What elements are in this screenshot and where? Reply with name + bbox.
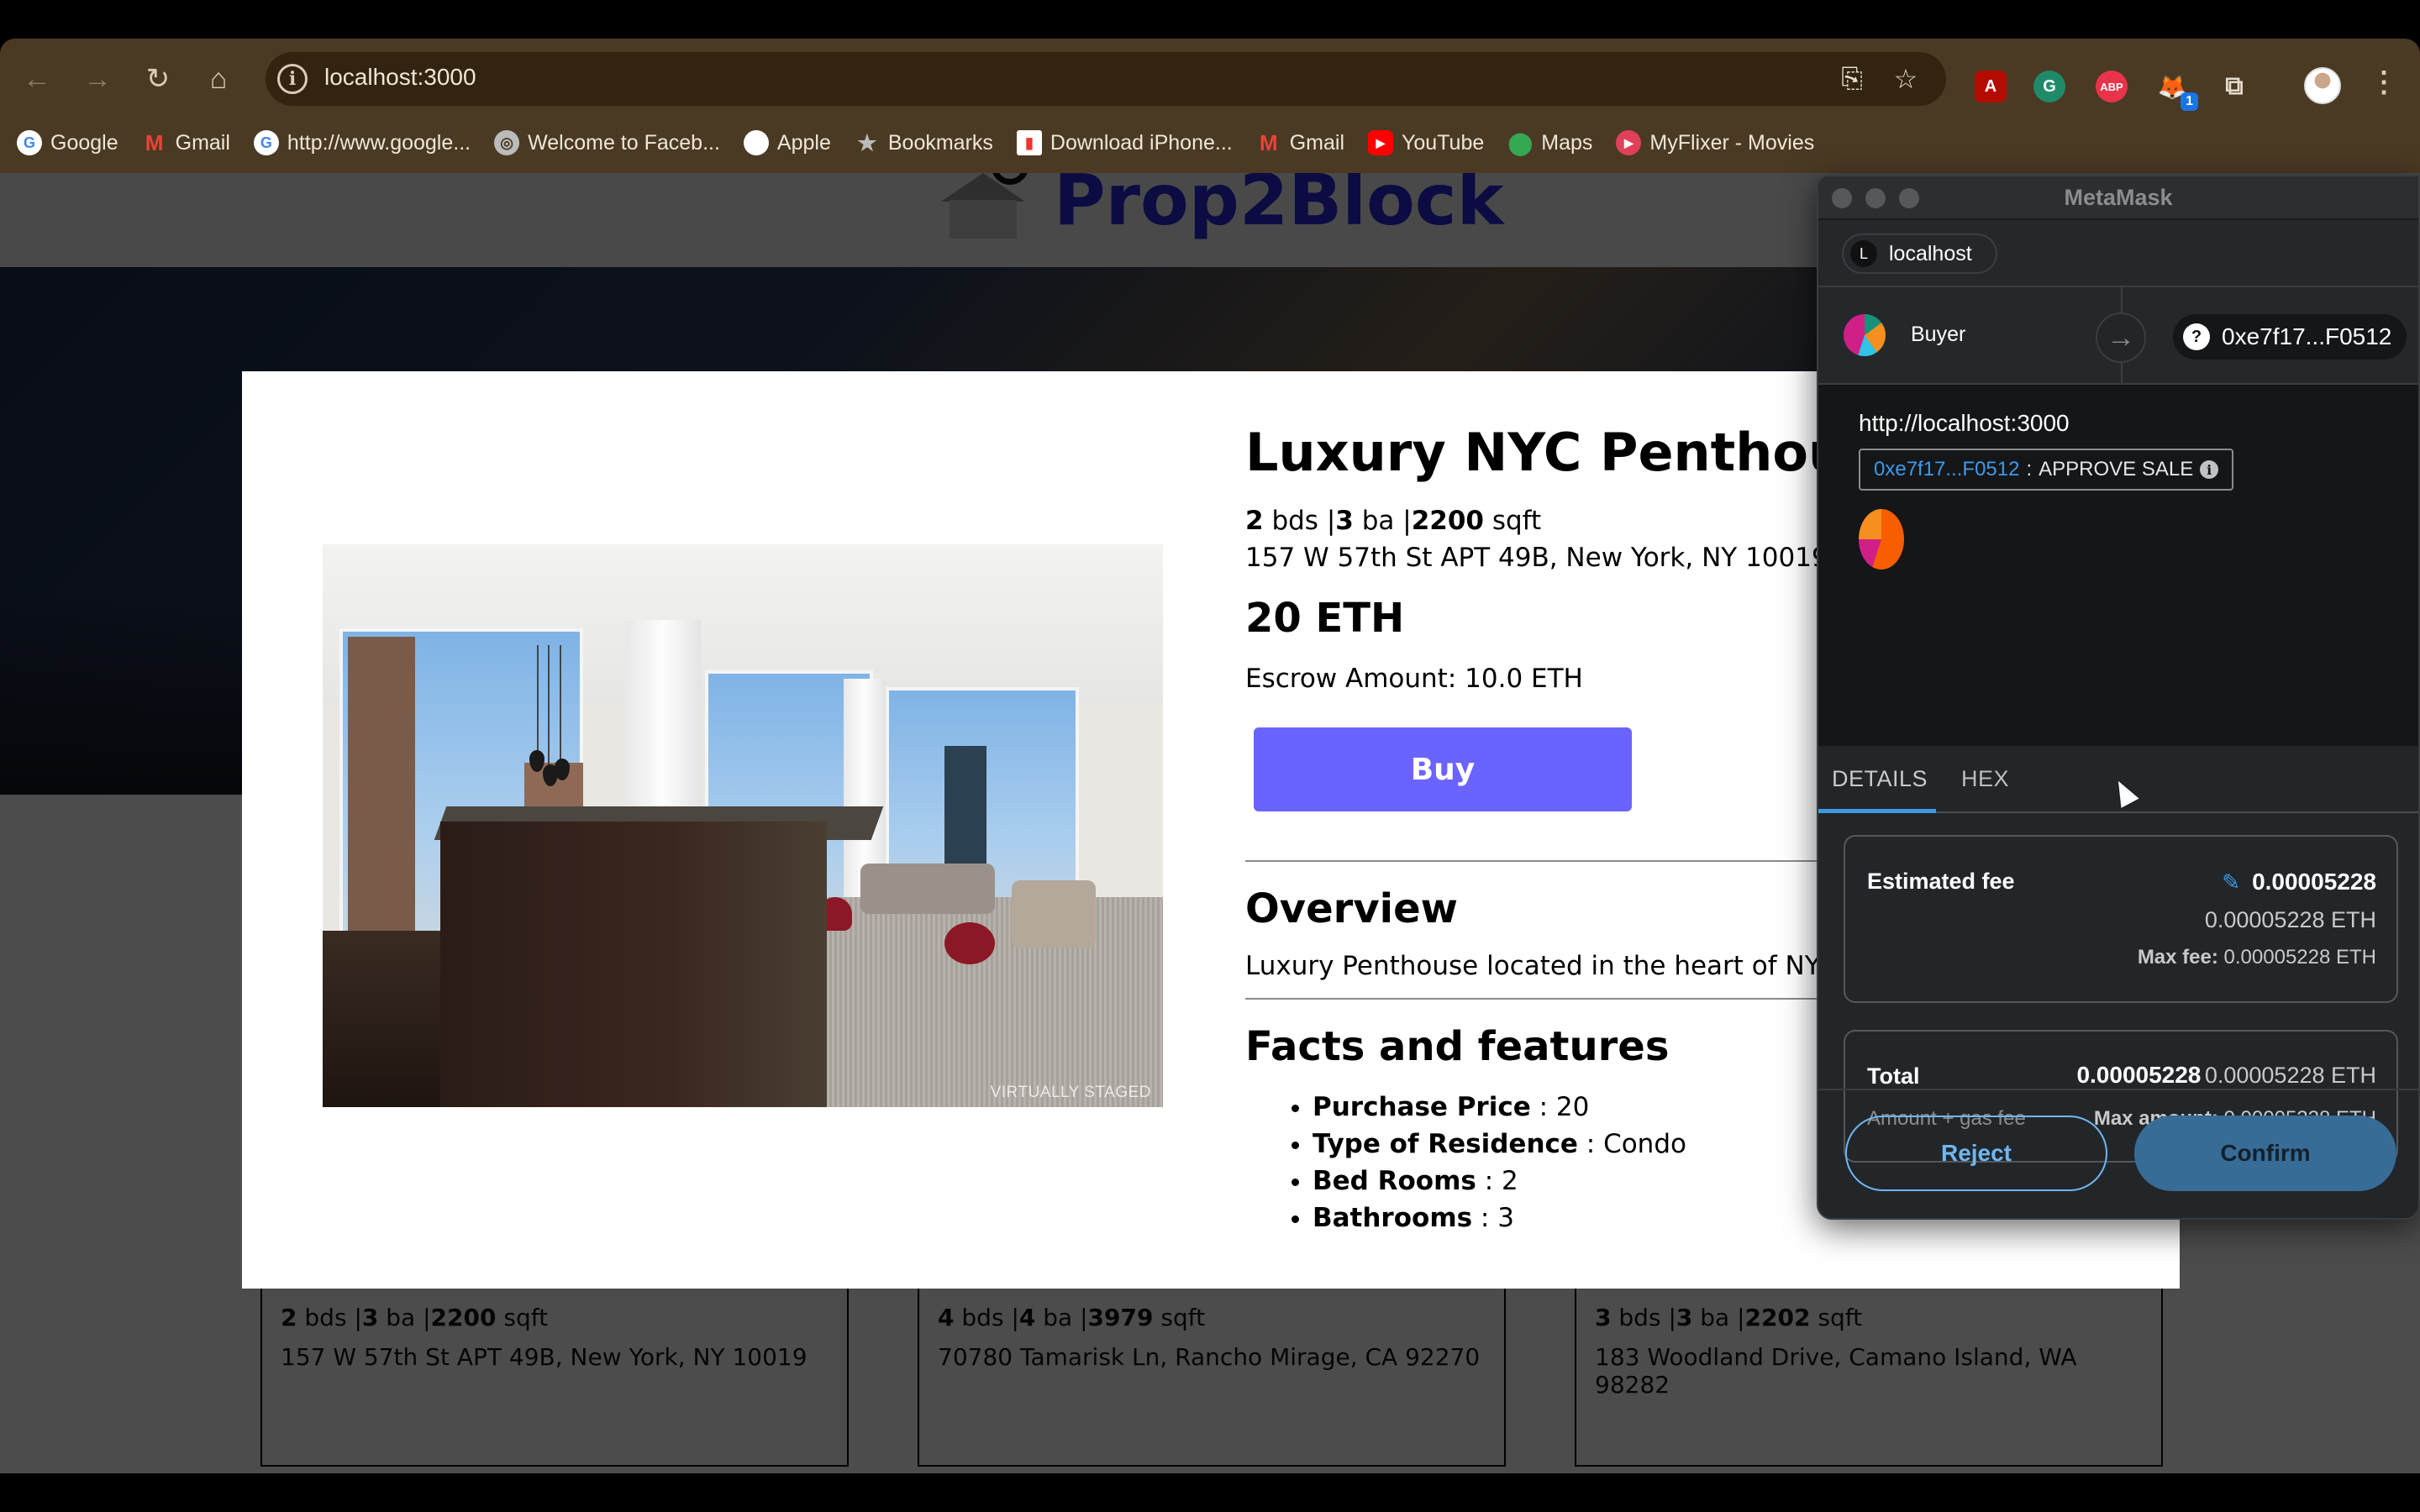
bookmark-label: Download iPhone... <box>1050 130 1233 155</box>
globe-icon: ◎ <box>494 130 520 155</box>
account-row: Buyer → ? 0xe7f17...F0512 <box>1818 287 2418 385</box>
total-label: Total <box>1867 1063 1920 1089</box>
account-identicon <box>1844 314 1886 356</box>
info-icon[interactable]: i <box>2200 460 2219 479</box>
os-top-bar <box>0 0 2420 39</box>
bookmark-label: http://www.google... <box>287 130 471 155</box>
buy-button[interactable]: Buy <box>1254 727 1632 812</box>
google-icon: G <box>17 130 42 155</box>
bookmark-item[interactable]: ◎ Welcome to Faceb... <box>494 130 720 155</box>
tab-details[interactable]: DETAILS <box>1832 766 1928 792</box>
arrow-right-icon: → <box>83 63 112 95</box>
bookmark-item[interactable]: ▶ YouTube <box>1368 130 1484 155</box>
star-icon: ★ <box>857 129 877 155</box>
edit-pencil-icon[interactable]: ✎ <box>2222 869 2240 895</box>
bookmark-label: MyFlixer - Movies <box>1649 130 1815 155</box>
myflixer-icon: ▶ <box>1616 130 1642 155</box>
from-account-name[interactable]: Buyer <box>1911 323 1965 347</box>
gmail-icon: M <box>1259 129 1278 155</box>
forward-button[interactable]: → <box>77 59 118 99</box>
os-bottom-bar <box>0 1473 2420 1512</box>
origin-name: localhost <box>1889 241 1972 265</box>
window-title: MetaMask <box>2064 185 2173 210</box>
gmail-icon: M <box>145 129 164 155</box>
bookmark-label: Maps <box>1541 130 1593 155</box>
contract-address-link[interactable]: 0xe7f17...F0512 <box>1874 458 2019 481</box>
adobe-icon[interactable]: A <box>1975 71 2007 102</box>
metamask-titlebar: MetaMask <box>1818 176 2418 220</box>
profile-avatar[interactable] <box>2304 67 2341 104</box>
separator: : <box>2026 458 2033 480</box>
estimated-fee-box: Estimated fee ✎ 0.00005228 0.00005228 ETH… <box>1844 835 2398 1003</box>
bookmark-item[interactable]: G Google <box>17 130 118 155</box>
metamask-popup: MetaMask L localhost Buyer → ? 0xe7f17..… <box>1817 175 2420 1220</box>
bookmark-folder[interactable]: ★ Bookmarks <box>855 130 993 155</box>
estimated-fee-value: ✎ 0.00005228 <box>2222 869 2376 895</box>
bookmark-label: YouTube <box>1402 130 1485 155</box>
tab-hex[interactable]: HEX <box>1961 766 2009 792</box>
home-button[interactable]: ⌂ <box>198 59 239 99</box>
maps-pin-icon: ⬤ <box>1507 129 1533 155</box>
address-bar[interactable]: i localhost:3000 ⎘ ☆ <box>266 52 1946 106</box>
extension-badge: 1 <box>2181 92 2198 111</box>
apple-icon <box>743 130 769 155</box>
menu-kebab-icon[interactable]: ⋮ <box>2370 66 2398 99</box>
bookmark-label: Gmail <box>1289 130 1345 155</box>
estimated-fee-label: Estimated fee <box>1867 869 2015 894</box>
puzzle-icon[interactable]: ⧉ <box>2218 71 2250 102</box>
max-fee: Max fee: 0.00005228 ETH <box>2137 946 2376 969</box>
origin-pill: L localhost <box>1842 234 1997 274</box>
bookmark-star-icon[interactable]: ☆ <box>1889 62 1923 96</box>
active-tab-indicator <box>1818 809 1936 813</box>
bookmark-item[interactable]: M Gmail <box>142 130 230 155</box>
address-bar-url[interactable]: localhost:3000 <box>324 64 476 91</box>
method-name: APPROVE SALE <box>2039 458 2194 480</box>
reload-button[interactable]: ↻ <box>138 59 178 99</box>
transaction-summary: http://localhost:3000 0xe7f17...F0512 : … <box>1818 385 2418 746</box>
youtube-icon: ▶ <box>1368 130 1394 155</box>
bookmark-item[interactable]: M Gmail <box>1256 130 1344 155</box>
bookmark-item[interactable]: Ghttp://www.google... <box>253 130 471 155</box>
bookmark-label: Google <box>50 130 118 155</box>
bookmark-item[interactable]: ▶ MyFlixer - Movies <box>1616 130 1814 155</box>
bookmark-label: Gmail <box>175 130 230 155</box>
grammarly-icon[interactable]: G <box>2033 71 2065 102</box>
photo-watermark: VIRTUALLY STAGED <box>990 1084 1151 1101</box>
bookmark-item[interactable]: Apple <box>743 130 831 155</box>
bookmark-label: Apple <box>776 130 831 155</box>
site-url: http://localhost:3000 <box>1859 410 2070 436</box>
abp-icon[interactable]: ABP <box>2096 71 2128 102</box>
reject-button[interactable]: Reject <box>1845 1116 2107 1191</box>
to-address-pill[interactable]: ? 0xe7f17...F0512 <box>2173 314 2407 360</box>
to-address: 0xe7f17...F0512 <box>2222 323 2392 349</box>
bookmark-label: Bookmarks <box>887 130 993 155</box>
bookmark-item[interactable]: ▮ Download iPhone... <box>1016 130 1233 155</box>
origin-avatar: L <box>1850 240 1877 267</box>
install-app-icon[interactable]: ⎘ <box>1835 62 1869 96</box>
download-app-icon: ▮ <box>1016 130 1042 155</box>
browser-chrome: ← → ↻ ⌂ i localhost:3000 ⎘ ☆ A G ABP 🦊 1 … <box>0 39 2420 173</box>
question-icon: ? <box>2183 323 2210 350</box>
total-value: 0.00005228 0.00005228 ETH <box>2076 1062 2376 1088</box>
bookmarks-bar: G Google M Gmail Ghttp://www.google... ◎ We… <box>17 124 1814 161</box>
home-icon: ⌂ <box>209 63 228 95</box>
estimated-fee-eth: 0.00005228 ETH <box>2204 907 2376 932</box>
browser-toolbar: ← → ↻ ⌂ i localhost:3000 ⎘ ☆ A G ABP 🦊 1 … <box>0 52 2420 111</box>
back-button[interactable]: ← <box>17 59 57 99</box>
arrow-left-icon: ← <box>23 63 51 95</box>
divider <box>1818 1089 2418 1090</box>
method-label: 0xe7f17...F0512 : APPROVE SALE i <box>1859 449 2234 491</box>
bookmark-item[interactable]: ⬤ Maps <box>1507 129 1593 155</box>
bookmark-label: Welcome to Faceb... <box>528 130 720 155</box>
origin-row: L localhost <box>1818 220 2418 287</box>
arrow-right-icon: → <box>2096 312 2146 363</box>
reload-icon: ↻ <box>145 63 171 95</box>
metamask-fox-icon[interactable]: 🦊 1 <box>2156 71 2198 111</box>
google-icon: G <box>253 130 279 155</box>
property-photo: VIRTUALLY STAGED <box>323 544 1163 1107</box>
confirm-button[interactable]: Confirm <box>2134 1116 2396 1191</box>
info-icon[interactable]: i <box>277 64 308 94</box>
contract-identicon <box>1859 509 1904 570</box>
